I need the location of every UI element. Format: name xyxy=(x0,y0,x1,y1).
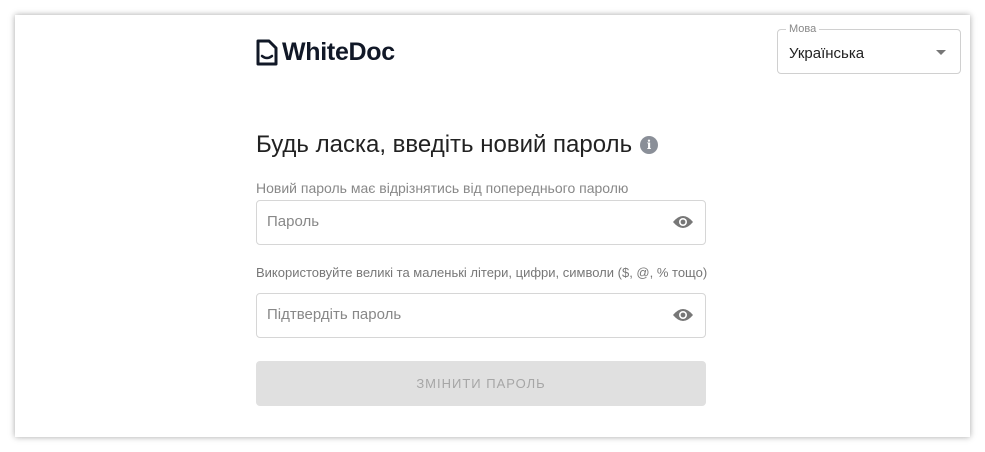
eye-icon[interactable] xyxy=(672,307,694,323)
page-title: Будь ласка, введіть новий пароль i xyxy=(256,131,659,159)
change-password-button[interactable]: ЗМІНИТИ ПАРОЛЬ xyxy=(256,361,706,406)
logo: WhiteDoc xyxy=(256,38,395,67)
password-field[interactable] xyxy=(256,200,706,245)
chevron-down-icon xyxy=(936,50,946,55)
password-rules-hint: Використовуйте великі та маленькі літери… xyxy=(256,265,708,280)
password-hint: Новий пароль має відрізнятись від попере… xyxy=(256,180,629,196)
document-icon xyxy=(256,39,278,66)
app-name: WhiteDoc xyxy=(282,38,395,66)
language-label: Мова xyxy=(786,23,820,35)
info-icon[interactable]: i xyxy=(640,136,659,154)
page-title-text: Будь ласка, введіть новий пароль xyxy=(256,131,633,158)
language-value: Українська xyxy=(789,45,865,62)
eye-icon[interactable] xyxy=(672,214,694,230)
confirm-password-field[interactable] xyxy=(256,293,706,338)
confirm-password-input[interactable] xyxy=(267,306,657,323)
language-select[interactable]: Мова Українська xyxy=(777,23,961,74)
password-input[interactable] xyxy=(267,213,657,230)
